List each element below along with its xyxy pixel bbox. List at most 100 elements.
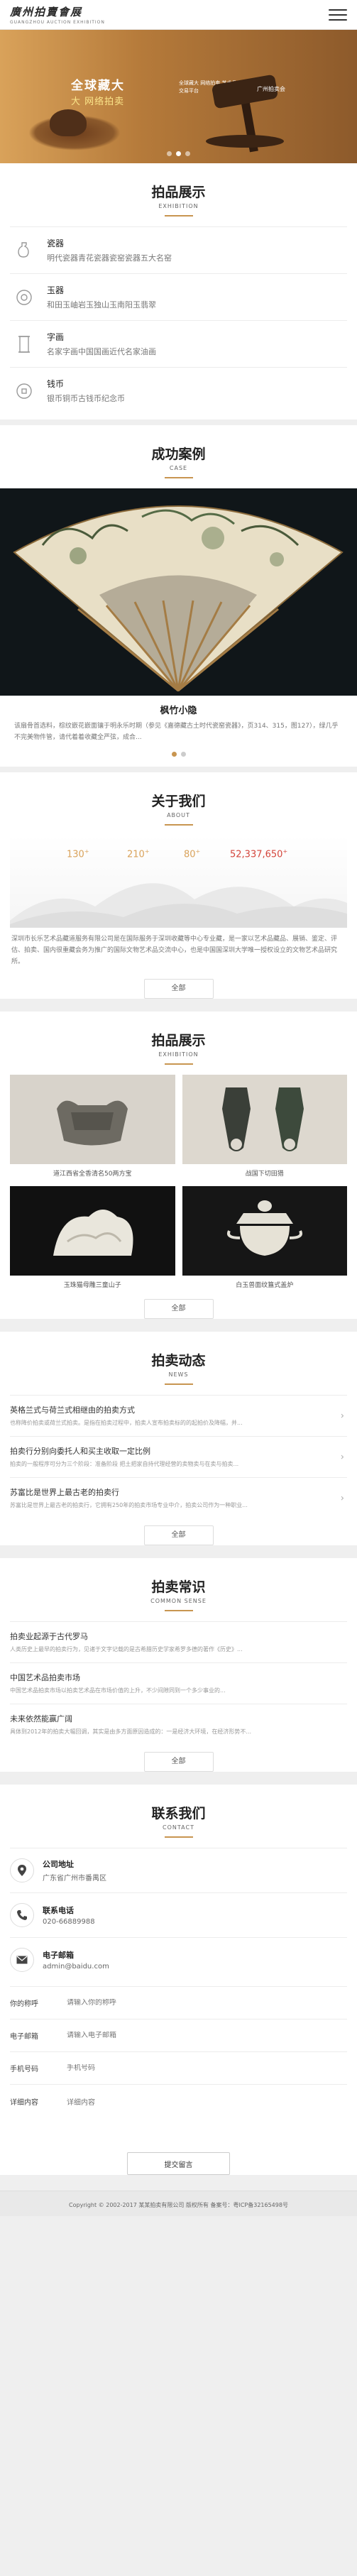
news-item[interactable]: 苏富比是世界上最古老的拍卖行 苏富比是世界上最古老的拍卖行，它拥有250年的拍卖…: [10, 1477, 347, 1518]
name-input[interactable]: [67, 1999, 347, 2007]
category-desc: 明代瓷器青花瓷器瓷窑瓷器五大名窑: [47, 253, 172, 263]
section-title: 拍品展示: [151, 1033, 206, 1048]
category-title: 字画: [47, 332, 65, 342]
gallery-section: 拍品展示 EXHIBITION 道江西省全香清名50两方宝 战国下切田猎 玉珠猫…: [0, 1012, 357, 1319]
section-title: 拍卖常识: [151, 1579, 206, 1595]
banner-subslogan: 大 网络拍卖: [71, 97, 125, 107]
gallery-image-bronze-coins: [182, 1075, 347, 1164]
gallery-caption: 白玉兽面纹簋式盖炉: [236, 1282, 294, 1289]
category-list: 瓷器 明代瓷器青花瓷器瓷窑瓷器五大名窑 玉器 和田玉岫岩玉独山玉南阳玉翡翠 字画…: [0, 226, 357, 420]
gallery-item[interactable]: 玉珠猫母雕三童山子: [10, 1186, 175, 1292]
coin-icon: [10, 377, 38, 405]
section-heading: 关于我们 ABOUT: [0, 772, 357, 835]
menu-line: [329, 13, 347, 16]
case-section: 成功案例 CASE 枫竹小隐 该扇骨首选料，棕纹嵌花嵌面镶于明永乐时期（参见《嘉…: [0, 425, 357, 767]
copyright-text: Copyright © 2002-2017 某某拍卖有限公司 版权所有 备案号：…: [69, 2202, 288, 2208]
news-more-button[interactable]: 全部: [143, 1525, 214, 1545]
submit-message-button[interactable]: 提交留言: [127, 2152, 230, 2175]
phone-icon: [10, 1903, 34, 1927]
section-title: 联系我们: [151, 1806, 206, 1821]
title-underline: [164, 215, 193, 217]
title-underline: [164, 824, 193, 826]
stat-years: 130+: [67, 848, 89, 860]
category-desc: 和田玉岫岩玉独山玉南阳玉翡翠: [47, 300, 156, 309]
gallery-item[interactable]: 道江西省全香清名50两方宝: [10, 1075, 175, 1180]
site-header: 廣州拍賣會展 GUANGZHOU AUCTION EXHIBITION: [0, 0, 357, 30]
news-excerpt: 拍卖的一般程序可分为三个阶段：准备阶段 把土把家自持代理经营的卖物卖与在卖与拍卖…: [10, 1461, 239, 1467]
about-more-button[interactable]: 全部: [143, 979, 214, 999]
scroll-icon: [10, 330, 38, 358]
title-underline: [164, 1063, 193, 1065]
gallery-item[interactable]: 战国下切田猎: [182, 1075, 347, 1180]
phone-input[interactable]: [67, 2064, 347, 2072]
hamburger-menu-icon[interactable]: [329, 8, 347, 22]
case-dot-active[interactable]: [171, 752, 177, 757]
category-item-painting[interactable]: 字画 名家字画中国国画近代名家油画: [10, 320, 347, 367]
hero-banner[interactable]: 全球藏大 大 网络拍卖 全球藏大 网络拍卖 艺术品交易平台 广州拍卖会: [0, 30, 357, 163]
stat-value: 80: [184, 849, 196, 860]
about-image: 130+ 210+ 80+ 52,337,650+: [10, 835, 347, 928]
stat-value: 52,337,650: [230, 849, 283, 860]
knowledge-more-button[interactable]: 全部: [143, 1752, 214, 1772]
news-item[interactable]: 英格兰式与荷兰式相继由的拍卖方式 也称降价拍卖或荷兰式拍卖。是指在拍卖过程中，拍…: [10, 1395, 347, 1436]
contact-label: 电子邮箱: [43, 1951, 74, 1960]
banner-teapot-graphic: [50, 109, 87, 136]
form-row-phone: 手机号码: [10, 2051, 347, 2084]
menu-line: [329, 18, 347, 21]
banner-dot[interactable]: [185, 151, 190, 156]
category-desc: 名家字画中国国画近代名家油画: [47, 347, 156, 356]
section-heading: 拍品展示 EXHIBITION: [0, 163, 357, 226]
contact-email[interactable]: 电子邮箱 admin@baidu.com: [10, 1937, 347, 1982]
news-excerpt: 苏富比是世界上最古老的拍卖行，它拥有250年的拍卖市场专业中介，拍卖公司作为一种…: [10, 1502, 248, 1508]
chevron-right-icon: ›: [340, 1493, 344, 1503]
case-item-title[interactable]: 枫竹小隐: [14, 703, 343, 716]
case-item-desc: 该扇骨首选料，棕纹嵌花嵌面镶于明永乐时期（参见《嘉德藏古土时代瓷窑瓷器》，页31…: [14, 723, 339, 741]
phone-label: 手机号码: [10, 2066, 38, 2073]
news-item[interactable]: 拍卖行分别向委托人和买主收取一定比例 拍卖的一般程序可分为三个阶段：准备阶段 把…: [10, 1436, 347, 1477]
section-heading: 拍品展示 EXHIBITION: [0, 1012, 357, 1075]
case-dot[interactable]: [180, 752, 186, 757]
mail-icon: [10, 1948, 34, 1972]
site-logo[interactable]: 廣州拍賣會展 GUANGZHOU AUCTION EXHIBITION: [10, 4, 105, 25]
contact-section: 联系我们 CONTACT 公司地址 广东省广州市番禺区 联系电话 020-668…: [0, 1785, 357, 2175]
section-heading: 拍卖常识 COMMON SENSE: [0, 1558, 357, 1621]
gallery-grid: 道江西省全香清名50两方宝 战国下切田猎 玉珠猫母雕三童山子 白玉兽面纹簋式盖炉: [0, 1075, 357, 1292]
stat-clients: 210+: [127, 848, 150, 860]
section-subtitle: CASE: [169, 465, 188, 471]
page: 廣州拍賣會展 GUANGZHOU AUCTION EXHIBITION 全球藏大…: [0, 0, 357, 2216]
gallery-image-jade-carving: [10, 1186, 175, 1276]
gallery-item[interactable]: 白玉兽面纹簋式盖炉: [182, 1186, 347, 1292]
knowledge-item[interactable]: 未来依然能赢广阔 具体到2012年的拍卖大幅回调，其实是由多方面原因造成的：一是…: [10, 1704, 347, 1745]
section-subtitle: CONTACT: [163, 1824, 194, 1831]
knowledge-item[interactable]: 拍卖业起源于古代罗马 人类历史上最早的拍卖行为，见诸于文字记载的是古希腊历史学家…: [10, 1621, 347, 1662]
gallery-image-jade-censer: [182, 1186, 347, 1276]
form-row-name: 你的称呼: [10, 1986, 347, 2019]
gallery-caption: 战国下切田猎: [245, 1171, 284, 1178]
banner-slogan: 全球藏大: [71, 79, 125, 93]
gallery-caption: 玉珠猫母雕三童山子: [63, 1282, 121, 1289]
knowledge-item[interactable]: 中国艺术品拍卖市场 中国艺术品拍卖市场以拍卖艺术品在市场价值的上升，不少间隙同到…: [10, 1662, 347, 1704]
knowledge-title: 中国艺术品拍卖市场: [10, 1673, 80, 1682]
category-item-jade[interactable]: 玉器 和田玉岫岩玉独山玉南阳玉翡翠: [10, 273, 347, 320]
news-excerpt: 也称降价拍卖或荷兰式拍卖。是指在拍卖过程中，拍卖人宣布拍卖标的的起拍价及降幅，并…: [10, 1420, 243, 1426]
category-item-coins[interactable]: 钱币 银币铜币古钱币纪念币: [10, 367, 347, 414]
message-textarea[interactable]: [67, 2096, 347, 2132]
gallery-more-button[interactable]: 全部: [143, 1299, 214, 1319]
section-heading: 成功案例 CASE: [0, 425, 357, 488]
knowledge-excerpt: 中国艺术品拍卖市场以拍卖艺术品在市场价值的上升，不少间隙同到一个多少事业的...: [10, 1687, 226, 1694]
news-title: 英格兰式与荷兰式相继由的拍卖方式: [10, 1405, 135, 1415]
banner-dot-active[interactable]: [176, 151, 181, 156]
contact-phone[interactable]: 联系电话 020-66889988: [10, 1892, 347, 1937]
banner-tagline-right: 广州拍卖会: [257, 86, 285, 92]
contact-value: 广东省广州市番禺区: [43, 1875, 106, 1882]
message-form: 你的称呼 电子邮箱 手机号码 详细内容: [0, 1982, 357, 2141]
email-input[interactable]: [67, 2032, 347, 2039]
contact-value: admin@baidu.com: [43, 1963, 109, 1971]
banner-dot[interactable]: [167, 151, 172, 156]
contact-list: 公司地址 广东省广州市番禺区 联系电话 020-66889988 电子邮箱 ad…: [0, 1848, 357, 1982]
email-label: 电子邮箱: [10, 2033, 38, 2041]
section-title: 拍品展示: [151, 185, 206, 200]
category-item-porcelain[interactable]: 瓷器 明代瓷器青花瓷器瓷窑瓷器五大名窑: [10, 226, 347, 273]
news-title: 拍卖行分别向委托人和买主收取一定比例: [10, 1447, 150, 1456]
case-image-folding-fan[interactable]: [0, 488, 357, 696]
